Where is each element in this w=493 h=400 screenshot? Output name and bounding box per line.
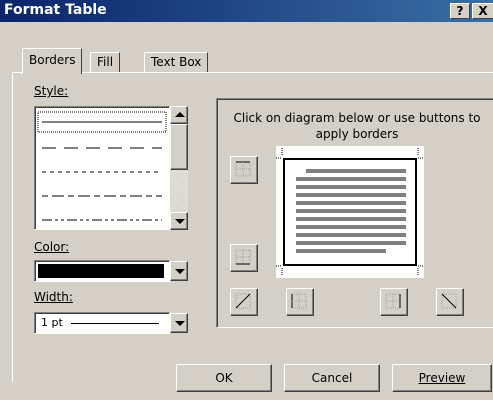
- width-label: Width:: [34, 290, 73, 304]
- tab-borders[interactable]: Borders: [22, 48, 83, 74]
- border-left-button[interactable]: [286, 288, 314, 316]
- ok-button[interactable]: OK: [176, 364, 272, 392]
- color-combo[interactable]: [34, 260, 170, 282]
- diagonal-up-button[interactable]: [230, 288, 258, 316]
- cancel-label: Cancel: [311, 371, 353, 385]
- border-right-button[interactable]: [380, 288, 408, 316]
- diagram-text-lines: [296, 169, 406, 253]
- scroll-down-button[interactable]: [170, 212, 188, 230]
- color-label: Color:: [34, 240, 70, 254]
- width-line-sample: [71, 323, 159, 324]
- color-swatch: [38, 264, 164, 278]
- diagram-graphic: [276, 148, 424, 276]
- width-combo[interactable]: 1 pt: [34, 312, 170, 334]
- diagonal-down-icon: [441, 293, 457, 309]
- scroll-thumb[interactable]: [170, 124, 188, 170]
- preview-instruction: Click on diagram below or use buttons to…: [233, 111, 481, 141]
- border-bottom-button[interactable]: [230, 244, 258, 272]
- tab-text-box[interactable]: Text Box: [144, 52, 209, 72]
- width-dropdown-button[interactable]: [170, 313, 188, 333]
- preview-label: Preview: [418, 371, 466, 385]
- line-style-list: [37, 111, 167, 221]
- color-dropdown-button[interactable]: [170, 261, 188, 281]
- diagonal-up-icon: [235, 293, 251, 309]
- border-top-button[interactable]: [230, 156, 258, 184]
- tab-fill[interactable]: Fill: [90, 52, 121, 72]
- ok-label: OK: [215, 371, 233, 385]
- chevron-down-icon: [175, 321, 185, 326]
- border-right-icon: [385, 293, 401, 309]
- up-arrow-icon: [175, 112, 185, 117]
- style-scrollbar[interactable]: [170, 106, 188, 230]
- style-label: Style:: [34, 84, 69, 98]
- border-diagram[interactable]: [276, 146, 424, 278]
- border-bottom-icon: [235, 249, 251, 265]
- style-listbox[interactable]: [34, 106, 170, 230]
- diagonal-down-button[interactable]: [436, 288, 464, 316]
- down-arrow-icon: [175, 219, 185, 224]
- tab-borders-label: Borders: [29, 53, 76, 67]
- border-left-icon: [291, 293, 307, 309]
- help-button[interactable]: ?: [450, 3, 470, 19]
- border-top-icon: [235, 161, 251, 177]
- tab-text-box-label: Text Box: [151, 55, 202, 69]
- tab-fill-label: Fill: [97, 55, 114, 69]
- window-title: Format Table: [4, 2, 107, 18]
- preview-button[interactable]: Preview: [392, 364, 492, 392]
- width-value: 1 pt: [41, 316, 63, 329]
- scroll-up-button[interactable]: [170, 106, 188, 124]
- close-button[interactable]: X: [472, 3, 493, 19]
- chevron-down-icon: [175, 269, 185, 274]
- cancel-button[interactable]: Cancel: [284, 364, 380, 392]
